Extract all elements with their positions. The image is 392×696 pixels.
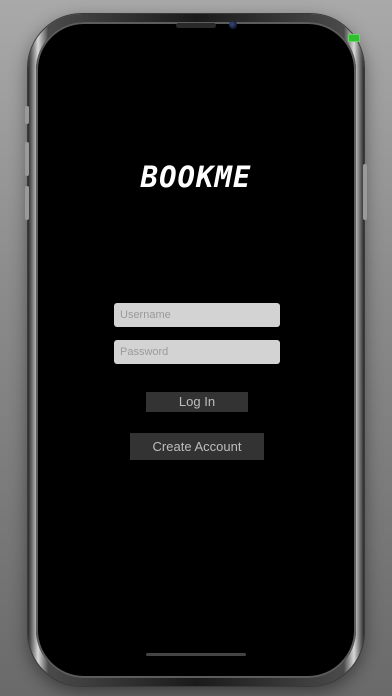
create-account-button[interactable]: Create Account (130, 433, 264, 460)
home-indicator[interactable] (146, 653, 246, 656)
password-input[interactable] (114, 340, 280, 364)
speaker-grille (176, 23, 216, 28)
battery-charging-icon (348, 34, 360, 42)
silent-switch (25, 106, 29, 124)
login-button[interactable]: Log In (146, 392, 248, 412)
username-input[interactable] (114, 303, 280, 327)
app-title: BOOKME (140, 160, 252, 194)
front-camera-icon (229, 21, 237, 29)
